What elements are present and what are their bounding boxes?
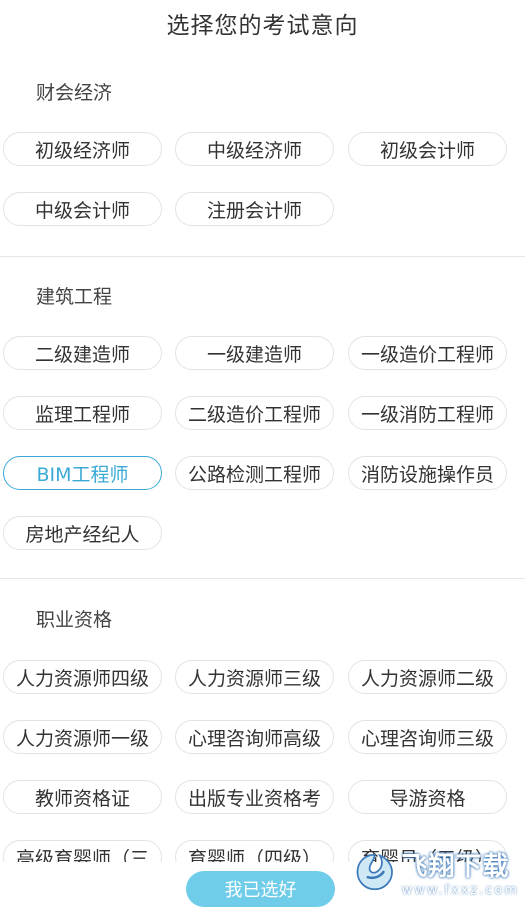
confirm-button[interactable]: 我已选好	[186, 871, 335, 907]
option-chip-selected[interactable]: BIM工程师	[3, 456, 162, 490]
section-title-construction: 建筑工程	[36, 286, 113, 308]
option-chip[interactable]: 消防设施操作员	[348, 456, 507, 490]
option-chip[interactable]: 人力资源师三级	[175, 660, 334, 694]
option-chip[interactable]: 人力资源师四级	[3, 660, 162, 694]
option-chip[interactable]: 心理咨询师三级	[348, 720, 507, 754]
option-chip[interactable]: 导游资格	[348, 780, 507, 814]
watermark-logo-icon	[356, 853, 393, 891]
page-title: 选择您的考试意向	[166, 13, 359, 39]
option-chip[interactable]: 监理工程师	[3, 396, 162, 430]
section-title-professional: 职业资格	[36, 609, 113, 631]
option-chip[interactable]: 二级造价工程师	[175, 396, 334, 430]
option-chip[interactable]: 人力资源师一级	[3, 720, 162, 754]
option-chip[interactable]: 人力资源师二级	[348, 660, 507, 694]
option-chip[interactable]: 初级会计师	[348, 132, 507, 166]
divider	[0, 578, 525, 579]
option-chip[interactable]: 中级会计师	[3, 192, 162, 226]
watermark: 飞翔下载 www.fxxz.com	[354, 832, 519, 912]
option-chip[interactable]: 出版专业资格考	[175, 780, 334, 814]
divider	[0, 256, 525, 257]
option-chip[interactable]: 房地产经纪人	[3, 516, 162, 550]
option-chip[interactable]: 二级建造师	[3, 336, 162, 370]
option-chip[interactable]: 注册会计师	[175, 192, 334, 226]
option-chip[interactable]: 一级造价工程师	[348, 336, 507, 370]
option-chip[interactable]: 中级经济师	[175, 132, 334, 166]
option-chip[interactable]: 心理咨询师高级	[175, 720, 334, 754]
watermark-url: www.fxxz.com	[401, 883, 519, 898]
option-chip[interactable]: 初级经济师	[3, 132, 162, 166]
option-chip[interactable]: 公路检测工程师	[175, 456, 334, 490]
watermark-name: 飞翔下载	[401, 852, 510, 882]
option-chip[interactable]: 一级消防工程师	[348, 396, 507, 430]
option-chip[interactable]: 一级建造师	[175, 336, 334, 370]
section-title-finance: 财会经济	[36, 82, 113, 104]
option-chip[interactable]: 教师资格证	[3, 780, 162, 814]
